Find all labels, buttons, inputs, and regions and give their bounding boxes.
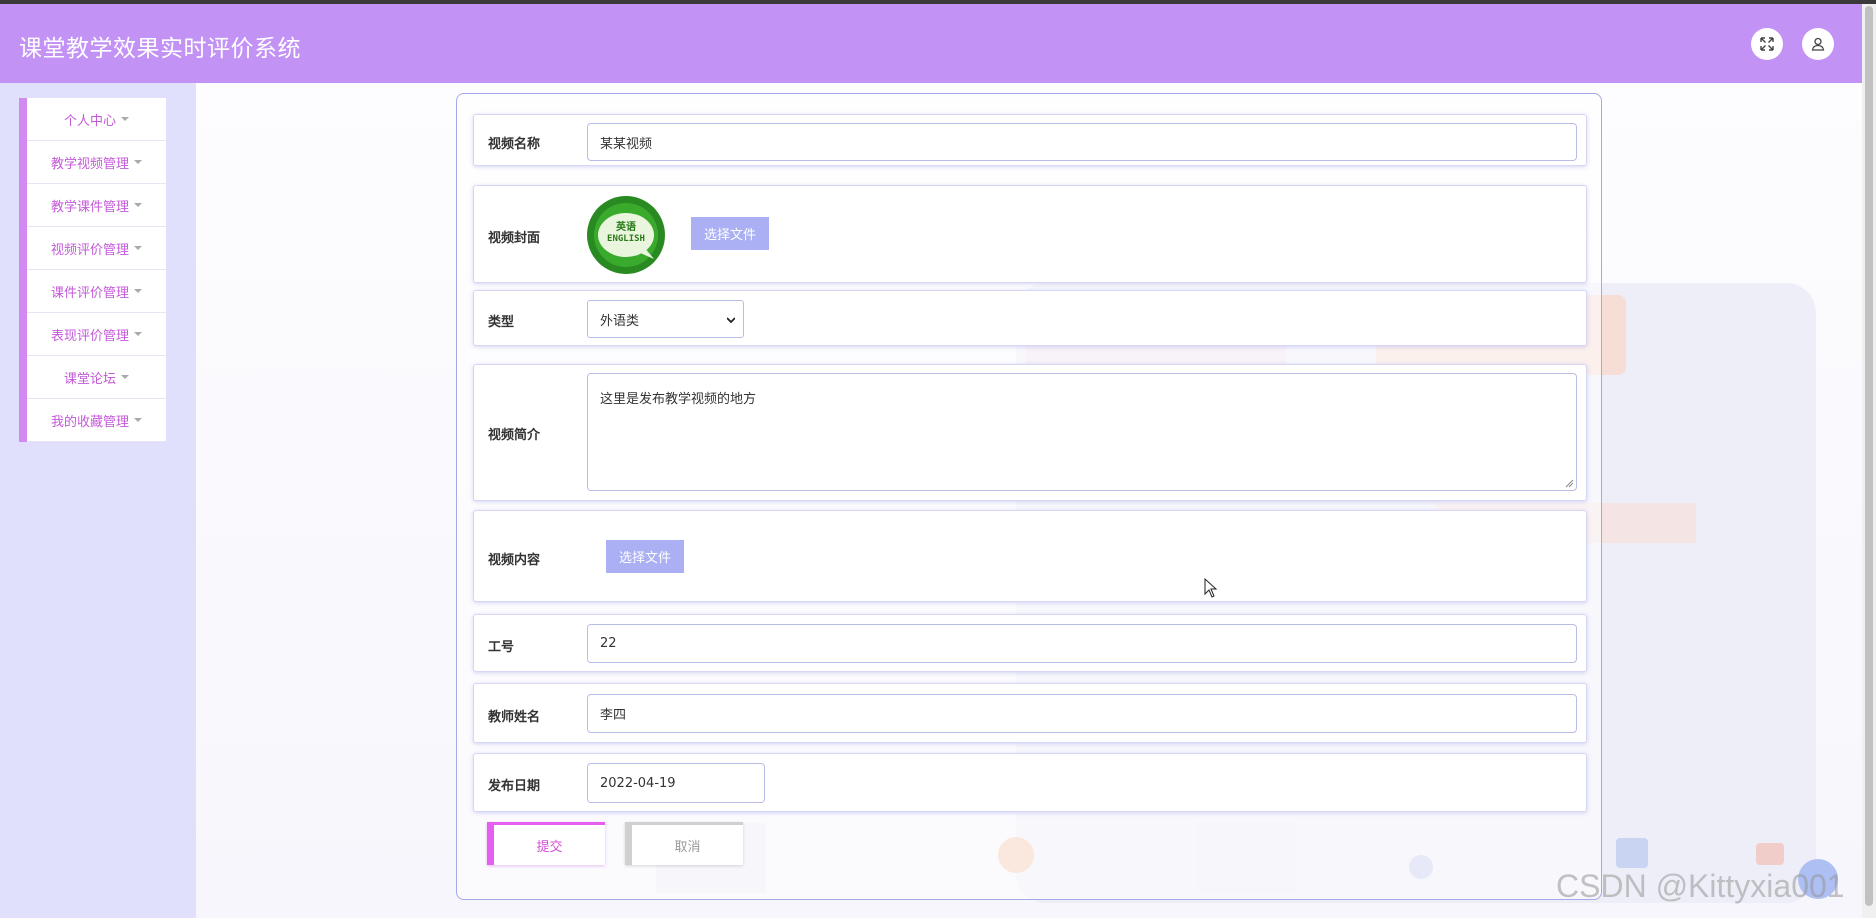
caret-down-icon xyxy=(121,375,129,379)
publish-date-label: 发布日期 xyxy=(488,779,541,794)
resize-handle-icon[interactable] xyxy=(1565,479,1574,488)
teacher-name-label: 教师姓名 xyxy=(488,710,541,725)
publish-date-row: 发布日期 2022-04-19 xyxy=(473,753,1587,812)
caret-down-icon xyxy=(134,332,142,336)
job-number-label: 工号 xyxy=(488,640,515,655)
video-intro-textarea[interactable]: 这里是发布教学视频的地方 xyxy=(587,373,1577,491)
video-intro-label: 视频简介 xyxy=(488,428,541,443)
video-intro-text: 这里是发布教学视频的地方 xyxy=(600,392,757,407)
sidebar-item-video-evaluation[interactable]: 视频评价管理 xyxy=(27,227,166,270)
type-select-value: 外语类 xyxy=(600,313,640,329)
choose-cover-file-button[interactable]: 选择文件 xyxy=(691,217,769,250)
video-content-label: 视频内容 xyxy=(488,553,541,568)
cancel-button[interactable]: 取消 xyxy=(625,822,743,865)
video-cover-label: 视频封面 xyxy=(488,231,541,246)
app-title: 课堂教学效果实时评价系统 xyxy=(19,36,301,62)
video-name-label: 视频名称 xyxy=(488,137,541,152)
type-label: 类型 xyxy=(488,315,515,330)
caret-down-icon xyxy=(134,203,142,207)
sidebar-item-teaching-video[interactable]: 教学视频管理 xyxy=(27,141,166,184)
fullscreen-button[interactable] xyxy=(1751,28,1783,60)
sidebar: 个人中心 教学视频管理 教学课件管理 视频评价管理 课件评价管理 表现评价管理 … xyxy=(0,83,196,918)
sidebar-item-my-favorites[interactable]: 我的收藏管理 xyxy=(27,399,166,442)
video-form-panel: 视频名称 某某视频 视频封面 英语 ENGLISH 选择文件 类型 外语类 视频… xyxy=(456,93,1602,900)
sidebar-item-personal-center[interactable]: 个人中心 xyxy=(27,98,166,141)
video-content-row: 视频内容 选择文件 xyxy=(473,510,1587,602)
video-name-row: 视频名称 某某视频 xyxy=(473,114,1587,166)
csdn-watermark: CSDN @Kittyxia001 xyxy=(1556,868,1845,904)
page-scrollbar[interactable] xyxy=(1862,4,1876,918)
caret-down-icon xyxy=(134,246,142,250)
teacher-name-row: 教师姓名 李四 xyxy=(473,683,1587,743)
user-icon xyxy=(1811,37,1825,51)
scrollbar-thumb[interactable] xyxy=(1865,6,1873,906)
sidebar-item-label: 课件评价管理 xyxy=(50,285,129,301)
sidebar-item-label: 课堂论坛 xyxy=(63,371,116,387)
type-row: 类型 外语类 xyxy=(473,290,1587,346)
job-number-input[interactable]: 22 xyxy=(587,624,1577,663)
sidebar-item-label: 表现评价管理 xyxy=(50,328,129,344)
sidebar-item-label: 教学视频管理 xyxy=(50,156,129,172)
sidebar-item-label: 教学课件管理 xyxy=(50,199,129,215)
publish-date-input[interactable]: 2022-04-19 xyxy=(587,763,765,803)
submit-button[interactable]: 提交 xyxy=(487,822,605,865)
chevron-down-icon xyxy=(727,317,735,324)
caret-down-icon xyxy=(134,418,142,422)
choose-content-file-button[interactable]: 选择文件 xyxy=(606,540,684,573)
expand-icon xyxy=(1760,37,1774,51)
sidebar-menu: 个人中心 教学视频管理 教学课件管理 视频评价管理 课件评价管理 表现评价管理 … xyxy=(19,98,166,442)
video-intro-row: 视频简介 这里是发布教学视频的地方 xyxy=(473,364,1587,501)
sidebar-item-teaching-courseware[interactable]: 教学课件管理 xyxy=(27,184,166,227)
job-number-row: 工号 22 xyxy=(473,614,1587,672)
sidebar-item-label: 视频评价管理 xyxy=(50,242,129,258)
video-cover-image: 英语 ENGLISH xyxy=(586,195,666,275)
logo-text-bottom: ENGLISH xyxy=(607,234,645,244)
caret-down-icon xyxy=(134,289,142,293)
video-cover-row: 视频封面 英语 ENGLISH 选择文件 xyxy=(473,185,1587,283)
logo-text-top: 英语 xyxy=(616,222,636,233)
caret-down-icon xyxy=(121,117,129,121)
sidebar-item-courseware-evaluation[interactable]: 课件评价管理 xyxy=(27,270,166,313)
caret-down-icon xyxy=(134,160,142,164)
app-header: 课堂教学效果实时评价系统 xyxy=(0,4,1862,83)
sidebar-item-performance-evaluation[interactable]: 表现评价管理 xyxy=(27,313,166,356)
sidebar-item-classroom-forum[interactable]: 课堂论坛 xyxy=(27,356,166,399)
sidebar-item-label: 个人中心 xyxy=(63,113,116,129)
video-name-input[interactable]: 某某视频 xyxy=(587,123,1577,161)
sidebar-item-label: 我的收藏管理 xyxy=(50,414,129,430)
teacher-name-input[interactable]: 李四 xyxy=(587,694,1577,733)
type-select[interactable]: 外语类 xyxy=(587,300,744,338)
mouse-cursor-icon xyxy=(1204,578,1218,598)
user-button[interactable] xyxy=(1802,28,1834,60)
